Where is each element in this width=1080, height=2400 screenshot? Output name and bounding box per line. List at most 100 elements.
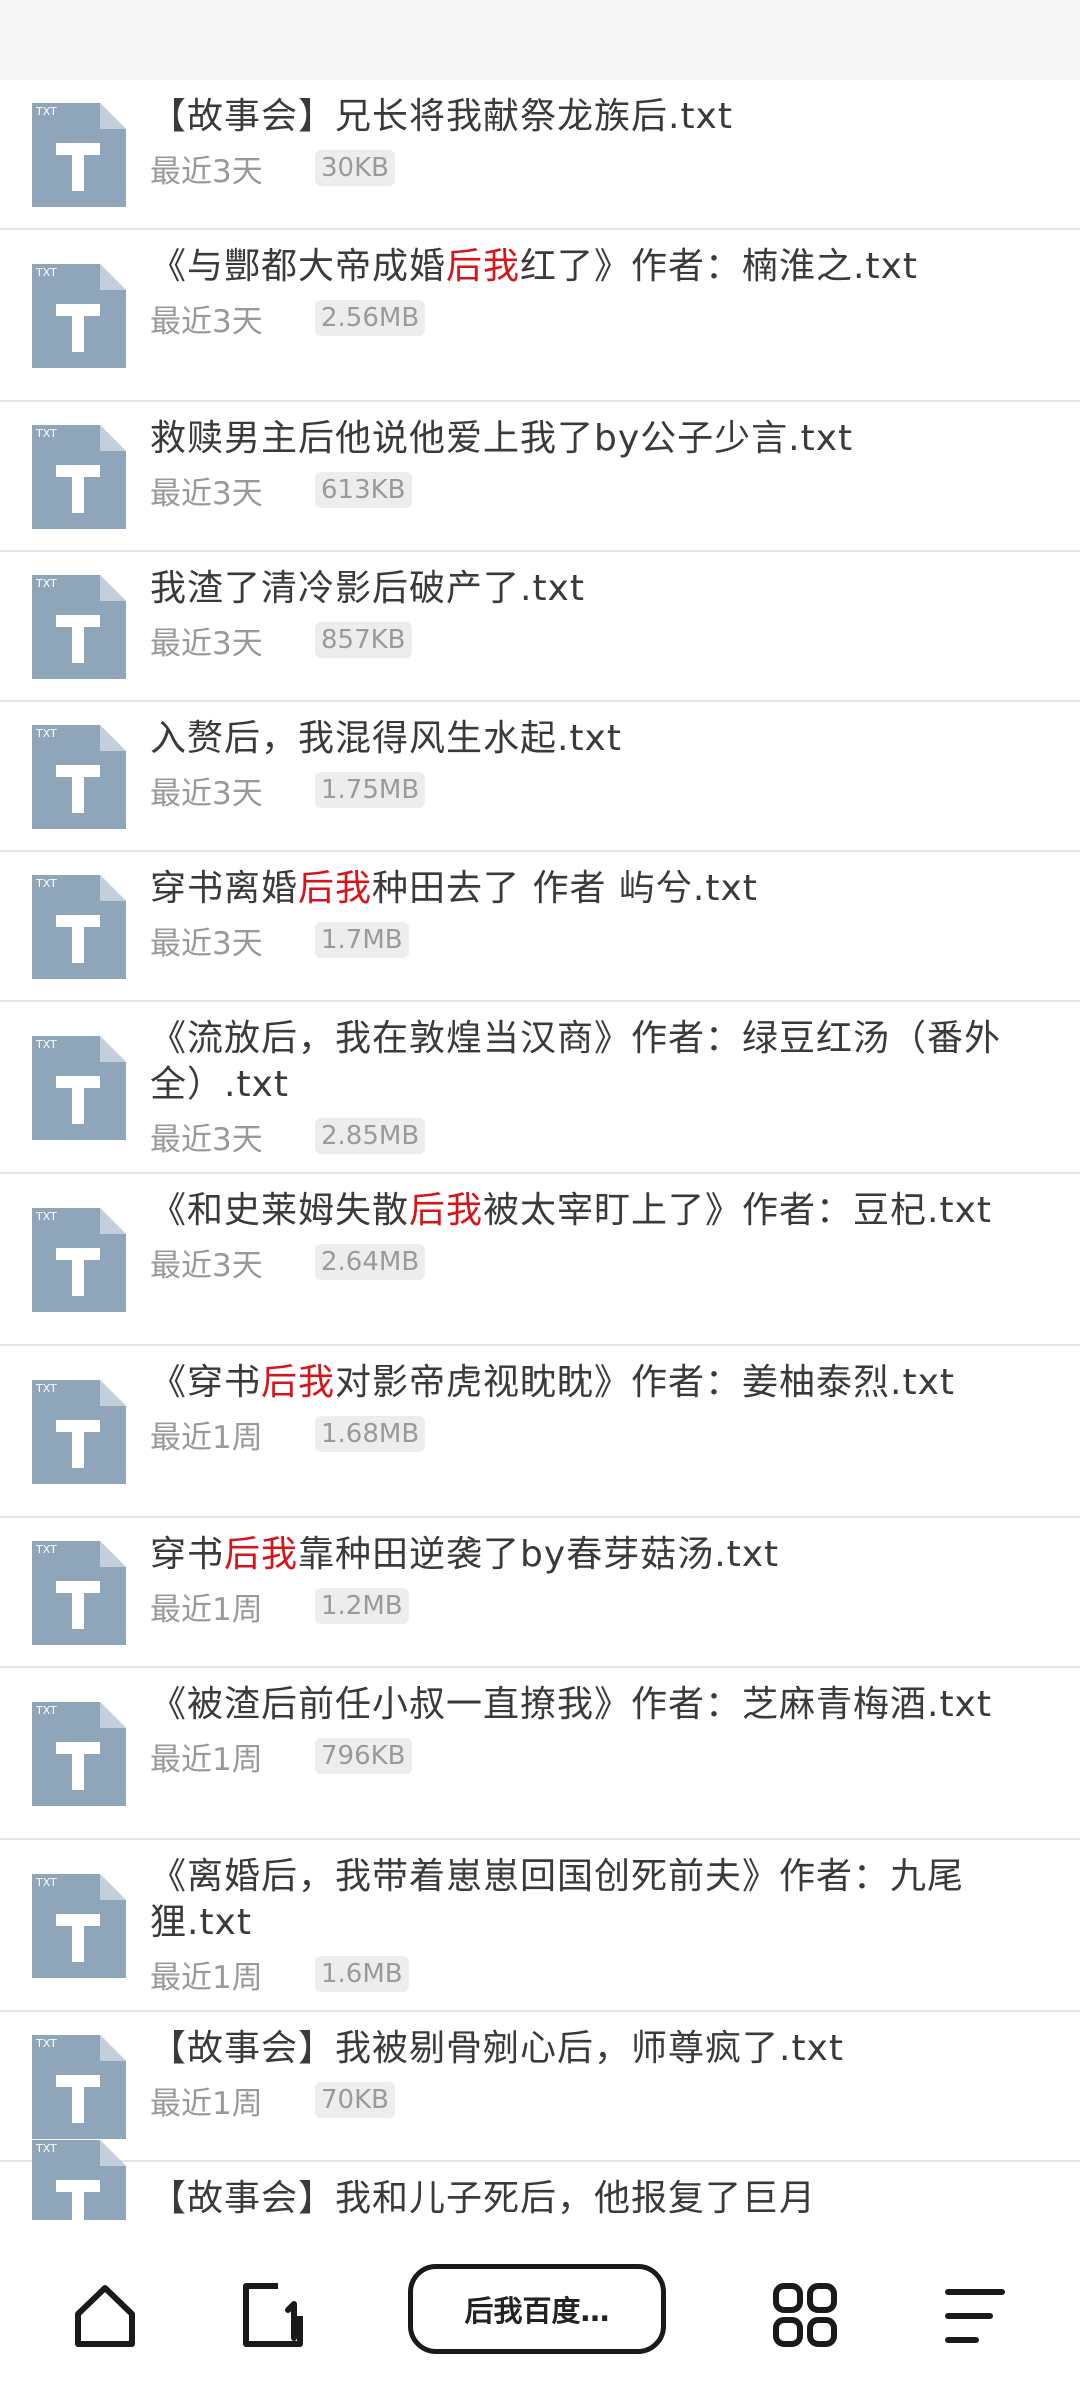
- file-meta: 最近3天 613KB: [150, 468, 1020, 512]
- status-bar: [0, 0, 1080, 80]
- file-row[interactable]: TXT 《被渣后前任小叔一直撩我》作者：芝麻青梅酒.txt 最近1周 796KB: [0, 1668, 1080, 1840]
- file-row[interactable]: TXT 《和史莱姆失散后我被太宰盯上了》作者：豆杞.txt 最近3天 2.64MB: [0, 1174, 1080, 1346]
- file-meta: 最近1周 1.68MB: [150, 1412, 1020, 1456]
- file-time: 最近1周: [150, 1741, 263, 1778]
- file-size-badge: 2.64MB: [315, 1244, 426, 1280]
- file-info: 穿书后我靠种田逆袭了by春芽菇汤.txt 最近1周 1.2MB: [150, 1532, 1020, 1628]
- txt-file-icon: TXT: [30, 101, 128, 209]
- svg-text:TXT: TXT: [35, 1382, 57, 1395]
- txt-file-icon: TXT: [30, 423, 128, 531]
- search-highlight: 后我: [224, 1534, 299, 1575]
- file-meta: 最近1周 1.6MB: [150, 1952, 1020, 1996]
- file-row[interactable]: TXT 【故事会】我和儿子死后，他报复了巨月: [0, 2140, 1080, 2220]
- file-row[interactable]: TXT 救赎男主后他说他爱上我了by公子少言.txt 最近3天 613KB: [0, 402, 1080, 552]
- file-row[interactable]: TXT 《与酆都大帝成婚后我红了》作者：楠淮之.txt 最近3天 2.56MB: [0, 230, 1080, 402]
- file-time: 最近3天: [150, 303, 263, 340]
- file-time: 最近3天: [150, 1247, 263, 1284]
- title-segment: 【故事会】兄长将我献祭龙族后.txt: [150, 96, 733, 137]
- file-row[interactable]: TXT 穿书后我靠种田逆袭了by春芽菇汤.txt 最近1周 1.2MB: [0, 1518, 1080, 1668]
- title-segment: 我渣了清冷影后破产了.txt: [150, 568, 585, 609]
- txt-file-icon: TXT: [30, 1872, 128, 1980]
- svg-text:TXT: TXT: [35, 2142, 57, 2155]
- file-time: 最近3天: [150, 475, 263, 512]
- search-highlight: 后我: [446, 246, 521, 287]
- file-title: 《穿书后我对影帝虎视眈眈》作者：姜柚泰烈.txt: [150, 1360, 1020, 1406]
- file-title: 穿书离婚后我种田去了 作者 屿兮.txt: [150, 866, 1020, 912]
- title-segment: 《和史莱姆失散: [150, 1190, 410, 1231]
- file-size-badge: 1.2MB: [315, 1588, 409, 1624]
- file-info: 《和史莱姆失散后我被太宰盯上了》作者：豆杞.txt 最近3天 2.64MB: [150, 1188, 1020, 1284]
- file-row[interactable]: TXT 《穿书后我对影帝虎视眈眈》作者：姜柚泰烈.txt 最近1周 1.68MB: [0, 1346, 1080, 1518]
- file-time: 最近3天: [150, 925, 263, 962]
- title-segment: 穿书: [150, 1534, 225, 1575]
- file-title: 《和史莱姆失散后我被太宰盯上了》作者：豆杞.txt: [150, 1188, 1020, 1234]
- svg-text:TXT: TXT: [35, 1210, 57, 1223]
- file-info: 【故事会】我被剔骨剜心后，师尊疯了.txt 最近1周 70KB: [150, 2026, 1020, 2122]
- file-time: 最近1周: [150, 1959, 263, 1996]
- bottom-toolbar: 后我百度…: [0, 2220, 1080, 2400]
- title-segment: 【故事会】我被剔骨剜心后，师尊疯了.txt: [150, 2028, 844, 2069]
- file-meta: 最近3天 2.56MB: [150, 296, 1020, 340]
- search-highlight: 后我: [409, 1190, 484, 1231]
- file-size-badge: 613KB: [315, 472, 412, 508]
- file-list[interactable]: TXT 【故事会】兄长将我献祭龙族后.txt 最近3天 30KB TXT 《与酆都大帝成婚…: [0, 80, 1080, 2220]
- file-meta: 最近3天 2.85MB: [150, 1114, 1020, 1158]
- file-title: 穿书后我靠种田逆袭了by春芽菇汤.txt: [150, 1532, 1020, 1578]
- file-info: 《离婚后，我带着崽崽回国创死前夫》作者：九尾狸.txt 最近1周 1.6MB: [150, 1854, 1020, 1996]
- file-row[interactable]: TXT 【故事会】我被剔骨剜心后，师尊疯了.txt 最近1周 70KB: [0, 2012, 1080, 2162]
- tab-icon[interactable]: [238, 2280, 308, 2350]
- search-pill-label: 后我百度…: [464, 2294, 610, 2328]
- txt-file-icon: TXT: [30, 873, 128, 981]
- txt-file-icon: TXT: [30, 1539, 128, 1647]
- file-time: 最近1周: [150, 2085, 263, 2122]
- title-segment: 穿书离婚: [150, 868, 299, 909]
- txt-file-icon: TXT: [30, 1034, 128, 1142]
- title-segment: 红了》作者：楠淮之.txt: [520, 246, 919, 287]
- file-row[interactable]: TXT 《离婚后，我带着崽崽回国创死前夫》作者：九尾狸.txt 最近1周 1.6MB: [0, 1840, 1080, 2012]
- file-meta: 最近1周 70KB: [150, 2078, 1020, 2122]
- txt-file-icon: TXT: [30, 573, 128, 681]
- file-title: 《与酆都大帝成婚后我红了》作者：楠淮之.txt: [150, 244, 1020, 290]
- file-row[interactable]: TXT 《流放后，我在敦煌当汉商》作者：绿豆红汤（番外全）.txt 最近3天 2.85…: [0, 1002, 1080, 1174]
- file-size-badge: 1.68MB: [315, 1416, 426, 1452]
- file-info: 救赎男主后他说他爱上我了by公子少言.txt 最近3天 613KB: [150, 416, 1020, 512]
- txt-file-icon: TXT: [30, 2033, 128, 2141]
- file-title: 入赘后，我混得风生水起.txt: [150, 716, 1020, 762]
- file-row[interactable]: TXT 我渣了清冷影后破产了.txt 最近3天 857KB: [0, 552, 1080, 702]
- title-segment: 靠种田逆袭了by春芽菇汤.txt: [298, 1534, 780, 1575]
- file-row[interactable]: TXT 【故事会】兄长将我献祭龙族后.txt 最近3天 30KB: [0, 80, 1080, 230]
- svg-text:TXT: TXT: [35, 577, 57, 590]
- file-title: 【故事会】我和儿子死后，他报复了巨月: [150, 2176, 1020, 2220]
- file-info: 入赘后，我混得风生水起.txt 最近3天 1.75MB: [150, 716, 1020, 812]
- svg-text:TXT: TXT: [35, 1038, 57, 1051]
- title-segment: 入赘后，我混得风生水起.txt: [150, 718, 622, 759]
- title-segment: 《穿书: [150, 1362, 262, 1403]
- file-size-badge: 2.85MB: [315, 1118, 426, 1154]
- file-size-badge: 1.6MB: [315, 1956, 409, 1992]
- menu-icon[interactable]: [940, 2280, 1010, 2350]
- search-pill-button[interactable]: 后我百度…: [408, 2264, 666, 2354]
- title-segment: 【故事会】我和儿子死后，他报复了巨月: [150, 2178, 817, 2219]
- file-title: 【故事会】我被剔骨剜心后，师尊疯了.txt: [150, 2026, 1020, 2072]
- file-info: 穿书离婚后我种田去了 作者 屿兮.txt 最近3天 1.7MB: [150, 866, 1020, 962]
- search-highlight: 后我: [298, 868, 373, 909]
- home-icon[interactable]: [70, 2280, 140, 2350]
- file-title: 救赎男主后他说他爱上我了by公子少言.txt: [150, 416, 1020, 462]
- title-segment: 对影帝虎视眈眈》作者：姜柚泰烈.txt: [335, 1362, 956, 1403]
- file-time: 最近1周: [150, 1591, 263, 1628]
- file-meta: 最近3天 1.75MB: [150, 768, 1020, 812]
- file-time: 最近3天: [150, 1121, 263, 1158]
- svg-text:TXT: TXT: [35, 266, 57, 279]
- file-size-badge: 796KB: [315, 1738, 412, 1774]
- file-title: 《流放后，我在敦煌当汉商》作者：绿豆红汤（番外全）.txt: [150, 1016, 1020, 1108]
- file-size-badge: 1.7MB: [315, 922, 409, 958]
- svg-text:TXT: TXT: [35, 105, 57, 118]
- file-info: 《与酆都大帝成婚后我红了》作者：楠淮之.txt 最近3天 2.56MB: [150, 244, 1020, 340]
- file-row[interactable]: TXT 穿书离婚后我种田去了 作者 屿兮.txt 最近3天 1.7MB: [0, 852, 1080, 1002]
- title-segment: 《离婚后，我带着崽崽回国创死前夫》作者：九尾狸.txt: [150, 1856, 965, 1943]
- file-row[interactable]: TXT 入赘后，我混得风生水起.txt 最近3天 1.75MB: [0, 702, 1080, 852]
- txt-file-icon: TXT: [30, 1378, 128, 1486]
- svg-text:TXT: TXT: [35, 1876, 57, 1889]
- file-info: 【故事会】兄长将我献祭龙族后.txt 最近3天 30KB: [150, 94, 1020, 190]
- apps-grid-icon[interactable]: [770, 2280, 840, 2350]
